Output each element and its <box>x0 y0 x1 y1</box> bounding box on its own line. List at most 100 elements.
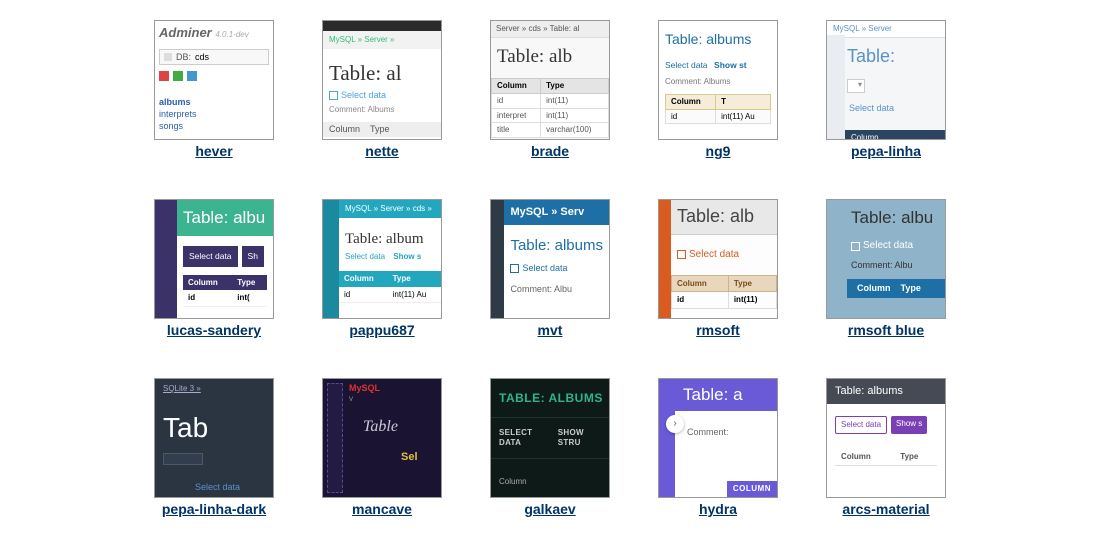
caption-brade[interactable]: brade <box>531 143 569 159</box>
caption-lucas-sandery[interactable]: lucas-sandery <box>167 322 261 338</box>
thumbnail-ng9: Table: albums Select data Show st Commen… <box>658 20 778 140</box>
select-data-link[interactable]: SELECT DATA <box>499 428 548 447</box>
page-title: Table: <box>845 38 945 76</box>
show-structure-button[interactable]: Show s <box>891 416 927 434</box>
chevron-right-icon[interactable]: › <box>666 415 684 433</box>
comment: Comment: Albu <box>827 254 945 279</box>
caption-rmsoft-blue[interactable]: rmsoft blue <box>848 322 924 338</box>
icon-green[interactable] <box>173 71 183 81</box>
thumbnail-galkaev: TABLE: ALBUMS SELECT DATA SHOW STRU Colu… <box>490 378 610 498</box>
grid-icon <box>510 264 519 273</box>
nav-albums[interactable]: albums <box>159 97 269 108</box>
select-data-link[interactable]: Select data <box>195 482 240 493</box>
caption-mancave[interactable]: mancave <box>352 501 412 517</box>
theme-item-lucas-sandery: Table: albu Select data Sh ColumnType id… <box>139 199 289 338</box>
page-title: Table: al <box>323 49 441 88</box>
thumbnail-pepa-linha: MySQL » Server Table: Select data Column <box>826 20 946 140</box>
select-data-button[interactable]: Select data <box>835 416 887 434</box>
show-structure-link[interactable]: SHOW STRU <box>558 428 601 447</box>
select-data-link[interactable]: Select data <box>827 236 945 254</box>
caption-arcs-material[interactable]: arcs-material <box>842 501 929 517</box>
caption-pepa-linha-dark[interactable]: pepa-linha-dark <box>162 501 266 517</box>
caption-nette[interactable]: nette <box>365 143 398 159</box>
table-list: albums interprets songs <box>159 97 269 131</box>
comment: Comment: Albu <box>504 280 609 299</box>
caption-ng9[interactable]: ng9 <box>706 143 731 159</box>
columns-table: ColumnType idint(11) interpretint(11) ti… <box>491 78 609 137</box>
caption-pepa-linha[interactable]: pepa-linha <box>851 143 921 159</box>
thumbnail-lucas-sandery: Table: albu Select data Sh ColumnType id… <box>154 199 274 319</box>
breadcrumb: SQLite 3 » <box>155 379 273 399</box>
columns-table: ColumnType idint(11) Au <box>339 271 441 303</box>
db-input-row: DB: <box>159 49 269 66</box>
nav-interprets[interactable]: interprets <box>159 109 269 120</box>
select-data-link[interactable]: Select data <box>845 97 945 120</box>
icon-red[interactable] <box>159 71 169 81</box>
dropdown[interactable] <box>847 79 865 93</box>
select-data-link[interactable]: Select data <box>504 257 609 280</box>
table-header: ColumnType <box>323 122 441 137</box>
breadcrumb: MySQL » Serv <box>504 200 609 225</box>
show-structure-link[interactable]: Show st <box>714 60 747 70</box>
db-label: DB: <box>176 52 191 63</box>
columns-table: ColumnT idint(11) Au <box>665 94 771 124</box>
th-column: Column <box>183 275 232 291</box>
toolbar-icons <box>159 71 269 81</box>
theme-item-mancave: MySQL v Table Sel mancave <box>307 378 457 517</box>
sidebar <box>827 35 845 139</box>
thumbnail-pepa-linha-dark: SQLite 3 » Tab Select data <box>154 378 274 498</box>
action-links: Select data Show st <box>665 60 771 71</box>
page-title: Table: alb <box>491 38 609 73</box>
columns-table: ColumnType <box>835 448 937 467</box>
app-title: Adminer 4.0.1-dev <box>159 25 269 41</box>
input-box[interactable] <box>163 453 203 465</box>
theme-item-nette: MySQL » Server » Table: al Select data C… <box>307 20 457 159</box>
table-row: idint( <box>183 290 267 306</box>
caption-pappu687[interactable]: pappu687 <box>349 322 414 338</box>
select-data-link[interactable]: Select data <box>323 88 441 103</box>
theme-item-brade: Server » cds » Table: al Table: alb Colu… <box>475 20 625 159</box>
sidebar-tab <box>327 383 343 493</box>
page-title: Table: albums <box>504 225 609 257</box>
nav-songs[interactable]: songs <box>159 121 269 132</box>
select-data-link[interactable]: Select data <box>671 235 777 275</box>
select-data-link[interactable]: Select data <box>665 60 708 70</box>
icon-blue[interactable] <box>187 71 197 81</box>
thumbnail-mancave: MySQL v Table Sel <box>322 378 442 498</box>
thumbnail-hever: Adminer 4.0.1-dev DB: albums interprets … <box>154 20 274 140</box>
select-data-link[interactable]: Select data <box>345 252 385 261</box>
thumbnail-arcs-material: Table: albums Select data Show s ColumnT… <box>826 378 946 498</box>
db-input[interactable] <box>195 52 255 62</box>
page-title: Table: album <box>339 218 441 252</box>
thumbnail-nette: MySQL » Server » Table: al Select data C… <box>322 20 442 140</box>
caption-hever[interactable]: hever <box>195 143 232 159</box>
th-column: Column <box>339 271 388 287</box>
columns-table: ColumnType idint( <box>183 275 267 307</box>
table-header: COLUMN <box>727 481 777 497</box>
select-data-button[interactable]: Select data <box>183 246 238 266</box>
columns-table: ColumnType idint(11) <box>671 275 777 309</box>
page-title: Table: a <box>675 379 777 411</box>
caption-hydra[interactable]: hydra <box>699 501 737 517</box>
theme-item-pepa-linha: MySQL » Server Table: Select data Column… <box>811 20 961 159</box>
sidebar <box>491 200 504 318</box>
caption-mvt[interactable]: mvt <box>538 322 563 338</box>
page-title: Table: albums <box>665 31 771 48</box>
table-row: titlevarchar(100) <box>492 123 609 138</box>
th-column: Column <box>835 448 894 466</box>
th-type: T <box>716 95 771 110</box>
thumbnail-mvt: MySQL » Serv Table: albums Select data C… <box>490 199 610 319</box>
th-column: Column <box>492 79 541 94</box>
caption-rmsoft[interactable]: rmsoft <box>696 322 740 338</box>
theme-item-hydra: › Table: a Comment: COLUMN hydra <box>643 378 793 517</box>
theme-item-rmsoft-blue: Table: albu Select data Comment: Albu Co… <box>811 199 961 338</box>
show-button[interactable]: Sh <box>242 246 264 266</box>
caption-galkaev[interactable]: galkaev <box>524 501 575 517</box>
thumbnail-hydra: › Table: a Comment: COLUMN <box>658 378 778 498</box>
th-column: Column <box>672 275 729 292</box>
theme-item-hever: Adminer 4.0.1-dev DB: albums interprets … <box>139 20 289 159</box>
table-row: idint(11) <box>672 292 777 309</box>
th-type: Type <box>232 275 267 291</box>
th-column: Column <box>666 95 716 110</box>
show-structure-link[interactable]: Show s <box>393 252 421 261</box>
